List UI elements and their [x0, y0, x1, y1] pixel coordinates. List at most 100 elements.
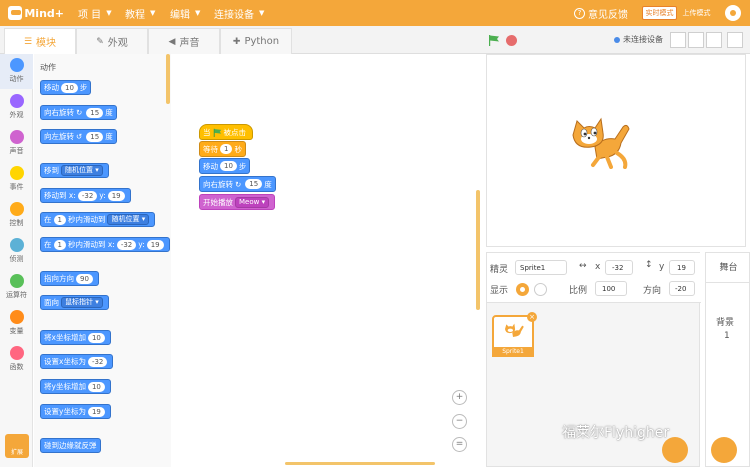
zoom-out-button[interactable]: − — [452, 414, 467, 429]
script-when-flag-clicked[interactable]: 当 被点击 — [199, 124, 253, 140]
menu-edit[interactable]: 编辑 ▼ — [170, 0, 200, 26]
zoom-in-button[interactable]: + — [452, 390, 467, 405]
cat-sprite[interactable] — [567, 113, 633, 169]
block-input[interactable]: 19 — [146, 239, 164, 250]
block-text: 在 — [44, 240, 52, 249]
menu-connect-device[interactable]: 连接设备 ▼ — [214, 0, 264, 26]
block-input[interactable]: 15 — [86, 107, 104, 118]
category-operators[interactable]: 运算符 — [0, 270, 33, 305]
extension-button[interactable]: 扩展 — [5, 434, 29, 458]
code-horizontal-scrollbar[interactable] — [285, 462, 435, 465]
realtime-mode-button[interactable]: 实时模式 — [642, 6, 677, 20]
block-input[interactable]: 10 — [87, 381, 105, 392]
block-input[interactable]: 19 — [87, 406, 105, 417]
dropdown-value: 随机位置 — [111, 215, 140, 223]
script-start-sound[interactable]: 开始播放 Meow ▾ — [199, 194, 276, 210]
block-input[interactable]: 1 — [53, 214, 66, 225]
stage[interactable] — [486, 54, 746, 247]
category-looks[interactable]: 外观 — [0, 90, 33, 125]
stage-backdrop-panel[interactable]: 舞台 背景 1 — [705, 252, 750, 467]
block-input[interactable]: -32 — [116, 239, 137, 250]
large-stage-icon[interactable] — [688, 32, 704, 48]
y-field[interactable]: 19 — [669, 260, 695, 275]
block-input[interactable]: 10 — [220, 161, 237, 171]
brush-icon: ✎ — [96, 36, 104, 47]
block-input[interactable]: 1 — [220, 144, 233, 154]
block-glide-xy[interactable]: 在 1 秒内滑动到 x: -32 y: 19 — [40, 237, 170, 252]
menu-tutorial[interactable]: 教程 ▼ — [125, 0, 155, 26]
tab-python[interactable]: ✚ Python — [220, 28, 292, 54]
script-turn-right[interactable]: 向右旋转 ↻ 15 度 — [199, 176, 276, 192]
block-dropdown[interactable]: Meow ▾ — [235, 196, 270, 208]
show-eye-icon[interactable] — [516, 283, 529, 296]
category-functions[interactable]: 函数 — [0, 342, 33, 377]
gear-icon[interactable] — [725, 5, 741, 21]
category-control[interactable]: 控制 — [0, 198, 33, 233]
category-motion[interactable]: 动作 — [0, 54, 33, 89]
x-field[interactable]: -32 — [605, 260, 633, 275]
block-glide[interactable]: 在 1 秒内滑动到 随机位置 ▾ — [40, 212, 156, 227]
block-input[interactable]: 19 — [107, 190, 125, 201]
tab-blocks[interactable]: ☰ 模块 — [4, 28, 76, 54]
upload-mode-button[interactable]: 上传模式 — [679, 6, 714, 20]
block-move[interactable]: 移动 10 步 — [40, 80, 92, 95]
fullscreen-icon[interactable] — [727, 32, 743, 48]
category-sensing[interactable]: 侦测 — [0, 234, 33, 269]
stop-icon[interactable] — [506, 35, 517, 46]
block-dropdown[interactable]: 鼠标指针 ▾ — [61, 297, 103, 308]
block-turn-right[interactable]: 向右旋转 ↻ 15 度 — [40, 105, 117, 120]
size-field[interactable]: 100 — [595, 281, 627, 296]
block-point-towards[interactable]: 面向 鼠标指针 ▾ — [40, 295, 109, 310]
logo-icon — [8, 6, 23, 20]
layout-icon[interactable] — [706, 32, 722, 48]
feedback-button[interactable]: ? 意见反馈 — [574, 0, 628, 26]
functions-dot-icon — [9, 346, 24, 360]
block-input[interactable]: 1 — [53, 239, 66, 250]
small-stage-icon[interactable] — [670, 32, 686, 48]
block-dropdown[interactable]: 随机位置 ▾ — [107, 214, 150, 225]
zoom-reset-button[interactable]: = — [452, 437, 467, 452]
block-set-x[interactable]: 设置x坐标为 -32 — [40, 354, 114, 369]
hide-eye-icon[interactable] — [534, 283, 547, 296]
category-sound[interactable]: 声音 — [0, 126, 33, 161]
block-dropdown[interactable]: 随机位置 ▾ — [61, 165, 103, 176]
menu-project[interactable]: 项 目 ▼ — [78, 0, 112, 26]
block-turn-left[interactable]: 向左旋转 ↺ 15 度 — [40, 129, 117, 144]
category-label: 声音 — [9, 147, 24, 155]
looks-dot-icon — [9, 94, 24, 108]
app-logo[interactable]: Mind+ — [8, 4, 64, 22]
block-goto[interactable]: 移到 随机位置 ▾ — [40, 163, 109, 178]
block-input[interactable]: 15 — [245, 179, 263, 189]
tab-sounds[interactable]: ◀ 声音 — [148, 28, 220, 54]
block-set-y[interactable]: 设置y坐标为 19 — [40, 404, 111, 419]
block-text: 将y坐标增加 — [44, 382, 86, 391]
category-label: 变量 — [9, 327, 24, 335]
sprite-name-field[interactable]: Sprite1 — [515, 260, 567, 275]
script-move[interactable]: 移动 10 步 — [199, 158, 251, 174]
code-vertical-scrollbar[interactable] — [476, 190, 480, 310]
block-text: 向右旋转 — [44, 108, 74, 117]
block-bounce[interactable]: 碰到边缘就反弹 — [40, 438, 101, 453]
block-input[interactable]: -32 — [87, 356, 108, 367]
category-label: 函数 — [9, 363, 24, 371]
add-backdrop-button[interactable] — [711, 437, 737, 463]
close-icon[interactable]: × — [527, 312, 537, 322]
block-input[interactable]: 90 — [76, 273, 93, 284]
block-change-y[interactable]: 将y坐标增加 10 — [40, 379, 111, 394]
code-area[interactable]: 当 被点击 等待 1 秒 移动 10 步 向右旋转 ↻ 15 度 开始播放 Me… — [171, 54, 480, 467]
tab-costumes[interactable]: ✎ 外观 — [76, 28, 148, 54]
green-flag-icon[interactable] — [488, 34, 500, 46]
block-input[interactable]: 10 — [87, 332, 105, 343]
category-events[interactable]: 事件 — [0, 162, 33, 197]
block-goto-xy[interactable]: 移动到 x: -32 y: 19 — [40, 188, 131, 203]
block-point-direction[interactable]: 指向方向 90 — [40, 271, 99, 286]
category-variables[interactable]: 变量 — [0, 306, 33, 341]
block-input[interactable]: -32 — [77, 190, 98, 201]
palette-scrollbar[interactable] — [166, 54, 170, 104]
direction-field[interactable]: -20 — [669, 281, 695, 296]
block-input[interactable]: 15 — [86, 131, 104, 142]
sprite-thumbnail[interactable]: Sprite1 × — [492, 312, 537, 357]
block-change-x[interactable]: 将x坐标增加 10 — [40, 330, 111, 345]
script-wait[interactable]: 等待 1 秒 — [199, 141, 246, 157]
block-input[interactable]: 10 — [61, 82, 78, 93]
